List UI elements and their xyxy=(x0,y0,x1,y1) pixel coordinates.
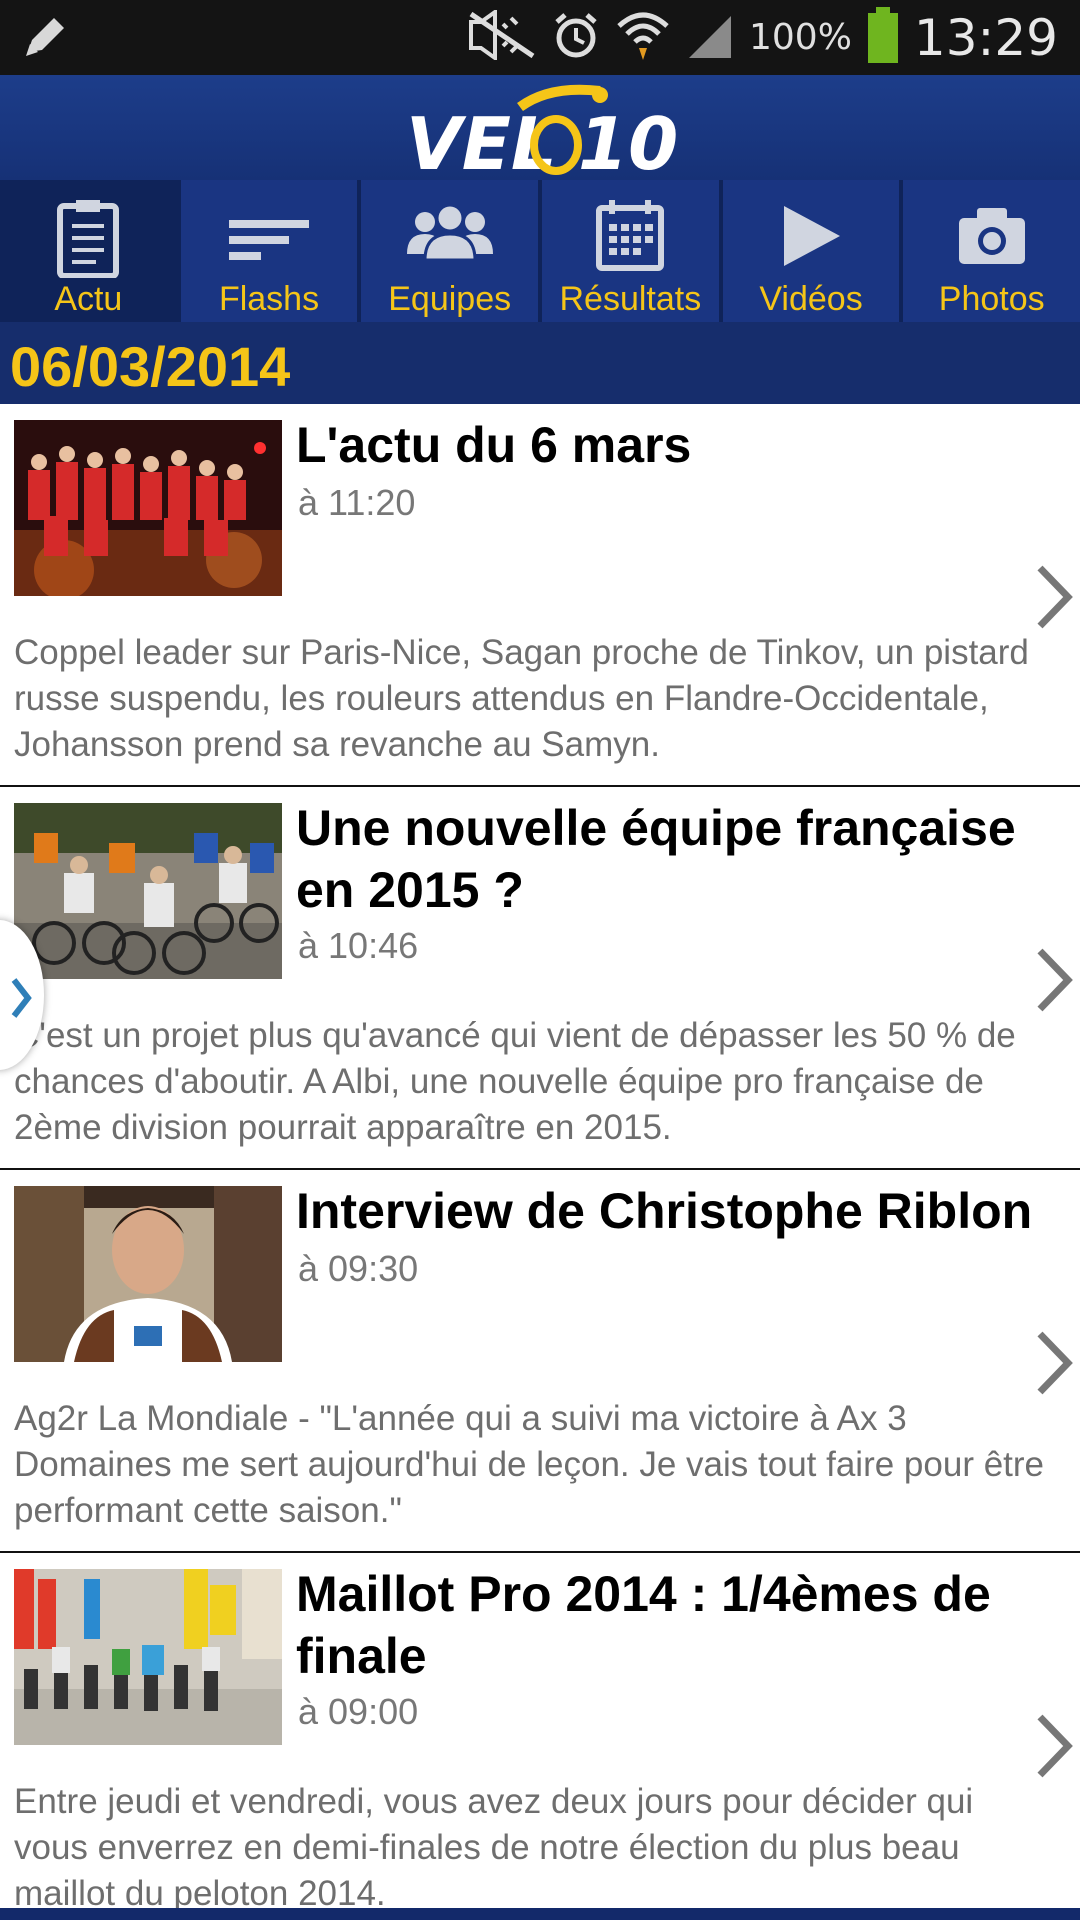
article-title[interactable]: Maillot Pro 2014 : 1/4èmes de finale xyxy=(296,1563,1056,1687)
tab-label: Flashs xyxy=(218,280,320,318)
article-description: Entre jeudi et vendredi, vous avez deux … xyxy=(14,1782,974,1913)
wifi-icon xyxy=(615,8,671,67)
list-item[interactable]: Maillot Pro 2014 : 1/4èmes de finale à 0… xyxy=(0,1553,1080,1920)
article-time: à 11:20 xyxy=(298,482,416,523)
clock: 13:29 xyxy=(913,8,1058,67)
status-bar: 100% 13:29 xyxy=(0,0,1080,75)
list-item[interactable]: L'actu du 6 mars à 11:20 Coppel leader s… xyxy=(0,404,1080,787)
tab-label: Vidéos xyxy=(759,280,863,318)
article-thumbnail xyxy=(14,1186,282,1362)
camera-icon xyxy=(955,198,1029,283)
tab-videos[interactable]: Vidéos xyxy=(722,180,900,322)
nav-tabs: Actu Flashs Equipes Résultats Vidéos Pho… xyxy=(0,180,1080,322)
article-title[interactable]: Interview de Christophe Riblon xyxy=(296,1180,1056,1242)
lines-icon xyxy=(227,198,311,283)
article-thumbnail xyxy=(14,1569,282,1745)
tab-resultats[interactable]: Résultats xyxy=(542,180,719,322)
article-time: à 09:30 xyxy=(298,1248,419,1289)
battery-icon xyxy=(866,7,900,68)
alarm-icon xyxy=(551,10,601,65)
article-time: à 09:00 xyxy=(298,1691,419,1732)
tab-equipes[interactable]: Equipes xyxy=(361,180,539,322)
app-header: VEL 101 xyxy=(0,75,1080,186)
article-title[interactable]: Une nouvelle équipe française en 2015 ? xyxy=(296,797,1056,921)
date-label: 06/03/2014 xyxy=(10,335,291,398)
tab-actu[interactable]: Actu xyxy=(0,180,177,322)
tab-label: Equipes xyxy=(388,280,512,318)
bottom-strip xyxy=(0,1908,1080,1920)
tab-label: Actu xyxy=(54,280,123,318)
tab-label: Photos xyxy=(938,280,1045,318)
chevron-right-icon[interactable] xyxy=(1034,1328,1074,1403)
calendar-icon xyxy=(595,198,665,283)
play-icon xyxy=(776,198,846,283)
tab-label: Résultats xyxy=(559,280,702,318)
article-thumbnail xyxy=(14,803,282,979)
mute-icon xyxy=(467,8,537,65)
team-icon xyxy=(405,198,495,283)
chevron-right-icon[interactable] xyxy=(1034,945,1074,1020)
article-thumbnail xyxy=(14,420,282,596)
chevron-right-icon xyxy=(11,978,32,1018)
article-description: C'est un projet plus qu'avancé qui vient… xyxy=(14,1016,1016,1147)
article-title[interactable]: L'actu du 6 mars xyxy=(296,414,1056,476)
clipboard-icon xyxy=(56,198,120,283)
chevron-right-icon[interactable] xyxy=(1034,1711,1074,1786)
date-header: 06/03/2014 xyxy=(0,322,1080,404)
article-description: Ag2r La Mondiale - "L'année qui a suivi … xyxy=(14,1399,1045,1530)
chevron-right-icon[interactable] xyxy=(1034,562,1074,637)
svg-text:101: 101 xyxy=(578,102,680,179)
article-time: à 10:46 xyxy=(298,925,419,966)
tab-flashs[interactable]: Flashs xyxy=(180,180,358,322)
list-item[interactable]: Interview de Christophe Riblon à 09:30 A… xyxy=(0,1170,1080,1553)
list-item[interactable]: Une nouvelle équipe française en 2015 ? … xyxy=(0,787,1080,1170)
edit-icon xyxy=(22,14,70,65)
article-description: Coppel leader sur Paris-Nice, Sagan proc… xyxy=(14,633,1029,764)
signal-icon xyxy=(685,10,735,65)
velo101-logo[interactable]: VEL 101 xyxy=(400,79,728,186)
tab-photos[interactable]: Photos xyxy=(903,180,1080,322)
battery-percent: 100% xyxy=(748,17,852,58)
